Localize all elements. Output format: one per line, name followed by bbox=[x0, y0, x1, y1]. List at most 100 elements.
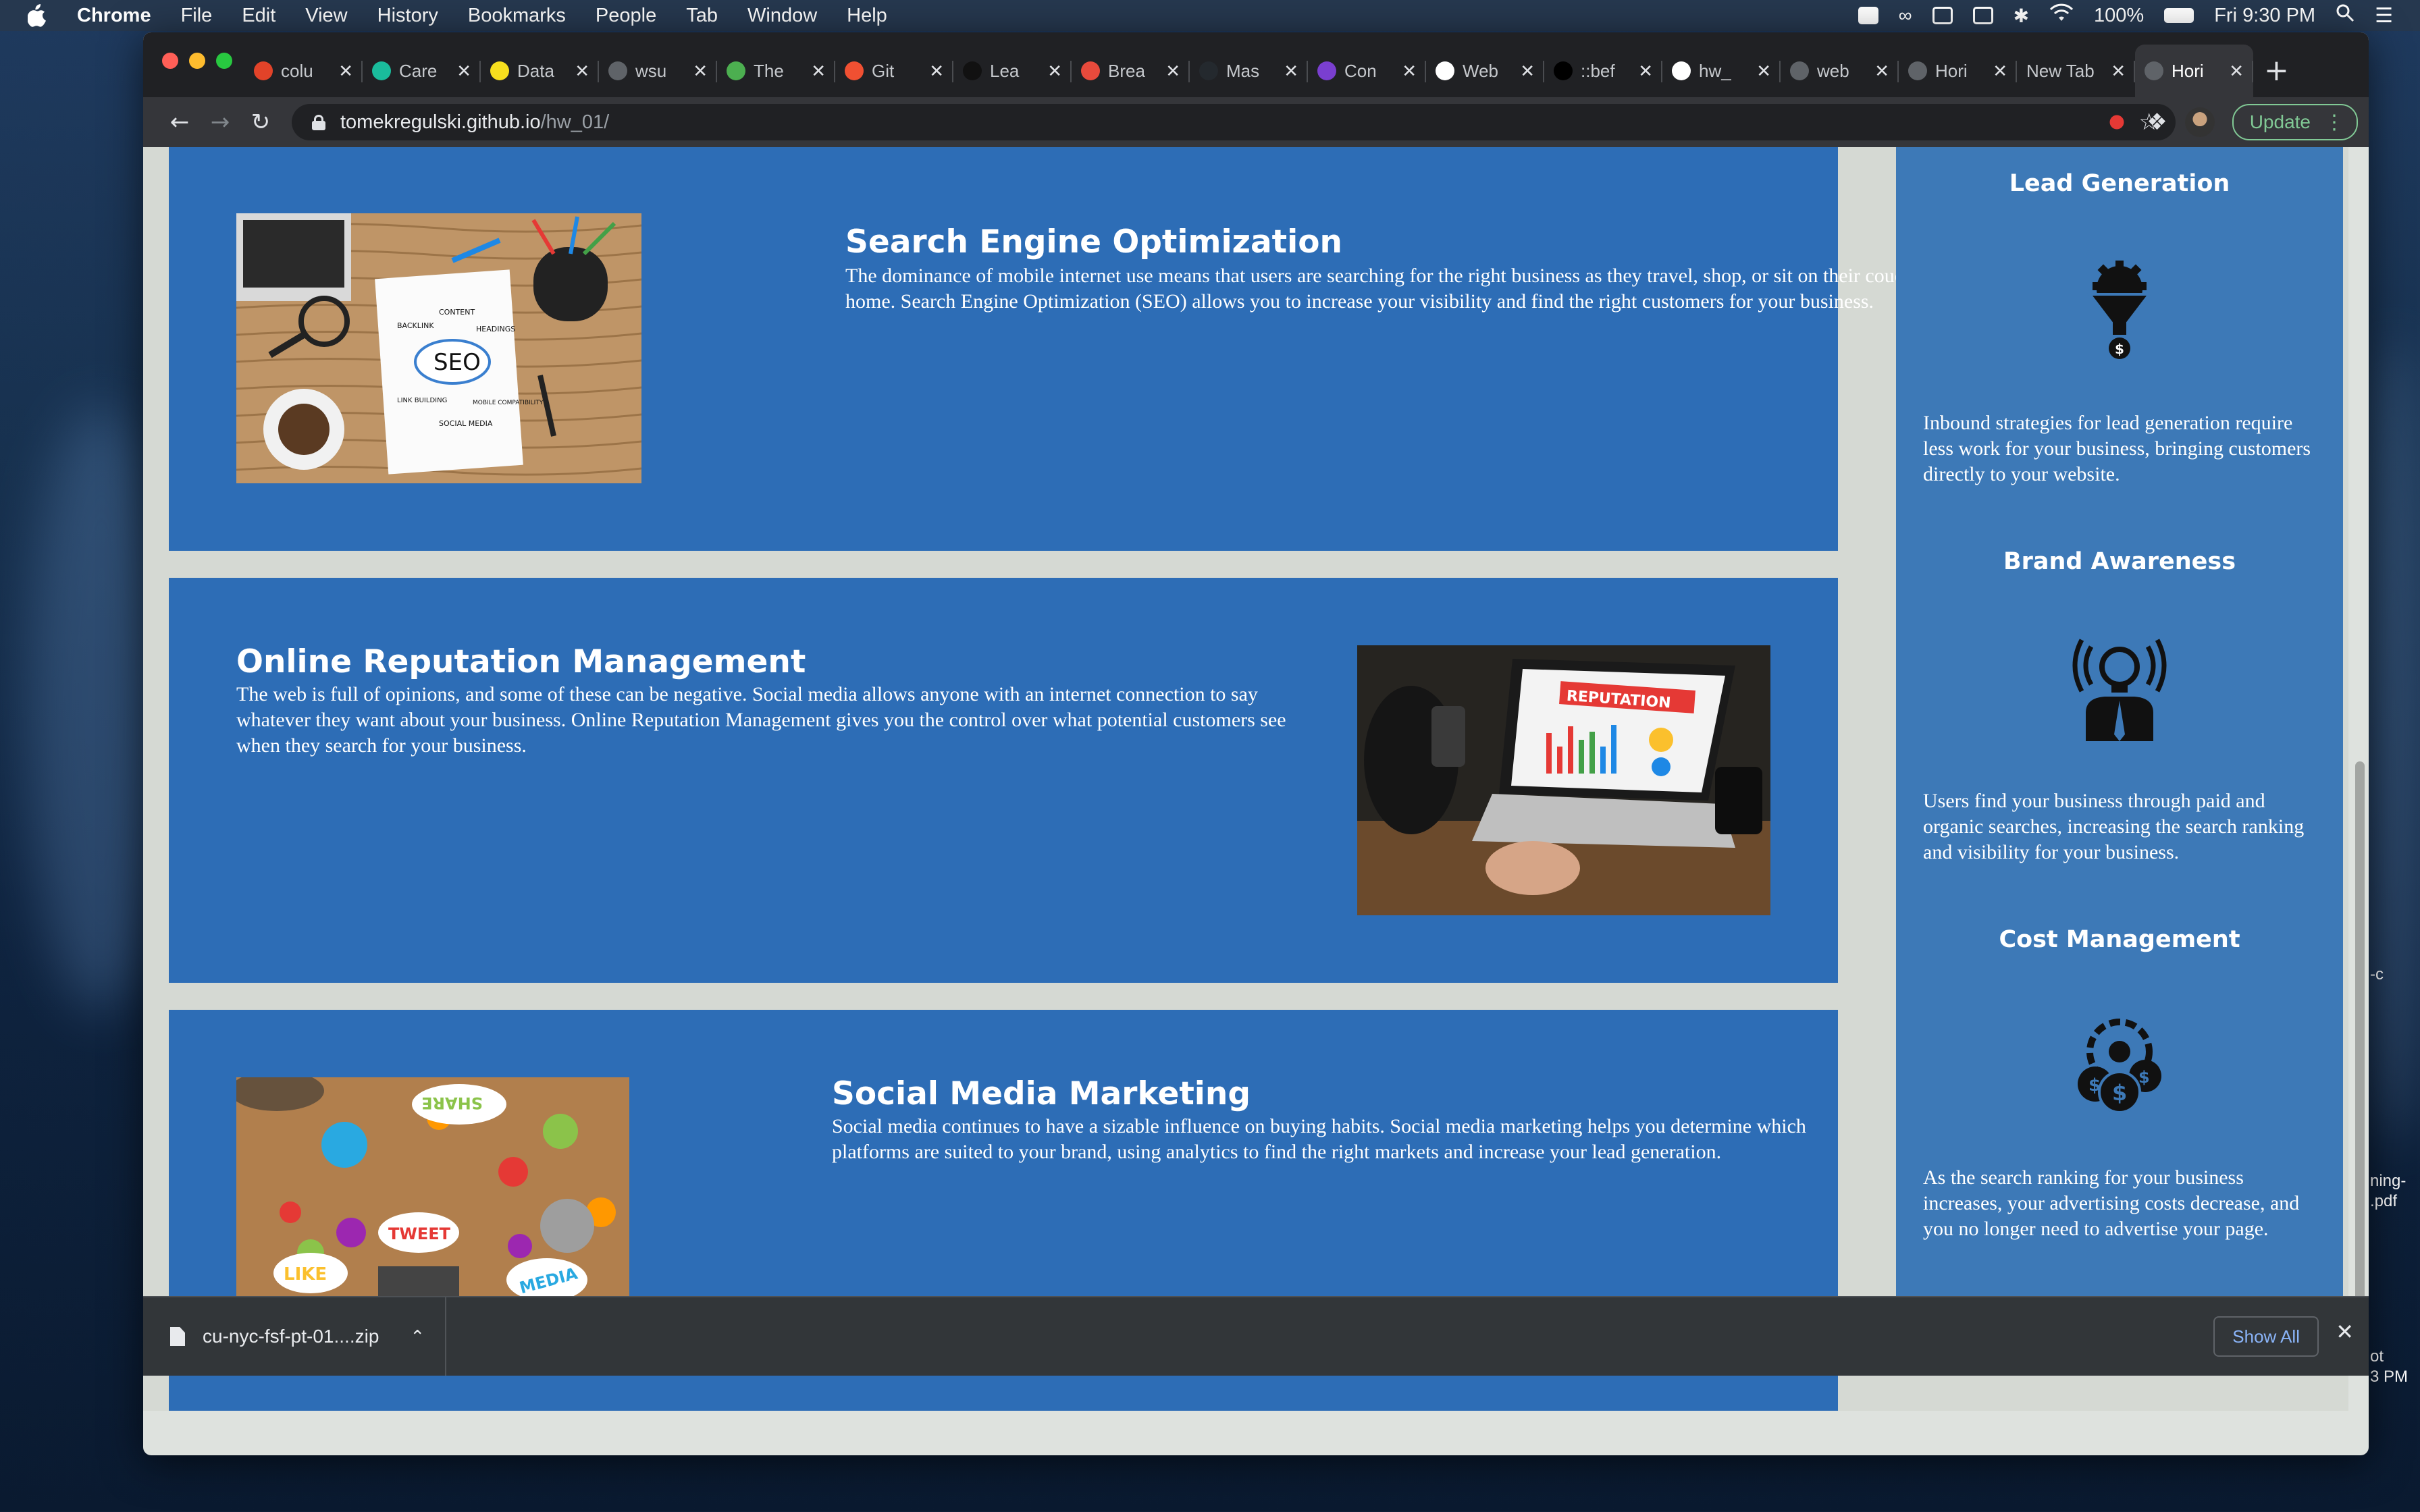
desktop-file-label[interactable]: ot bbox=[2370, 1347, 2384, 1366]
extensions-puzzle-icon[interactable]: ❖ bbox=[2147, 109, 2167, 136]
close-tab-icon[interactable]: ✕ bbox=[2229, 61, 2244, 82]
bluetooth-icon[interactable]: ✱ bbox=[2014, 5, 2029, 27]
lead-funnel-icon: $ bbox=[2066, 255, 2174, 363]
menu-view[interactable]: View bbox=[305, 5, 347, 27]
browser-tab[interactable]: Hori ✕ bbox=[2135, 45, 2253, 97]
reload-button[interactable]: ↻ bbox=[240, 102, 281, 142]
benefit-body: Users find your business through paid an… bbox=[1923, 790, 2305, 863]
close-tab-icon[interactable]: ✕ bbox=[811, 61, 826, 82]
glasses-icon[interactable]: ∞ bbox=[1899, 5, 1912, 26]
address-bar[interactable]: tomekregulski.github.io/hw_01/ ☆ bbox=[292, 104, 2176, 140]
screen-record-icon[interactable] bbox=[1858, 7, 1878, 24]
browser-tab[interactable]: web ✕ bbox=[1781, 45, 1899, 97]
scrollbar-thumb[interactable] bbox=[2355, 761, 2365, 1328]
close-tab-icon[interactable]: ✕ bbox=[929, 61, 944, 82]
bird-icon bbox=[1554, 61, 1573, 80]
menu-edit[interactable]: Edit bbox=[242, 5, 275, 27]
desktop-file-label[interactable]: ning- bbox=[2370, 1172, 2406, 1191]
file-icon bbox=[170, 1327, 185, 1346]
browser-tab[interactable]: Mas ✕ bbox=[1190, 45, 1308, 97]
menu-history[interactable]: History bbox=[377, 5, 438, 27]
browser-tab[interactable]: hw_ ✕ bbox=[1662, 45, 1781, 97]
profile-avatar[interactable] bbox=[2184, 107, 2215, 137]
close-tab-icon[interactable]: ✕ bbox=[693, 61, 708, 82]
wifi-icon[interactable] bbox=[2049, 3, 2074, 28]
close-tab-icon[interactable]: ✕ bbox=[456, 61, 471, 82]
close-icon[interactable]: ✕ bbox=[2336, 1319, 2354, 1345]
tab-title: Web bbox=[1463, 60, 1498, 81]
forward-button[interactable]: → bbox=[200, 102, 240, 142]
close-tab-icon[interactable]: ✕ bbox=[1756, 61, 1771, 82]
browser-tab[interactable]: Lea ✕ bbox=[953, 45, 1072, 97]
menu-file[interactable]: File bbox=[181, 5, 213, 27]
calendar-status-icon[interactable] bbox=[1972, 7, 1993, 24]
more-menu-icon[interactable]: ⋮ bbox=[2324, 111, 2344, 134]
menu-window[interactable]: Window bbox=[747, 5, 817, 27]
benefits-sidebar: Lead Generation $ Inbound strategies for… bbox=[1896, 147, 2343, 1358]
browser-tab[interactable]: The ✕ bbox=[717, 45, 835, 97]
github-icon bbox=[1672, 61, 1691, 80]
section-title: Search Engine Optimization bbox=[845, 223, 1342, 261]
browser-tab[interactable]: Care ✕ bbox=[363, 45, 481, 97]
page-scrollbar[interactable] bbox=[2348, 147, 2369, 1411]
browser-tab[interactable]: Data ✕ bbox=[481, 45, 599, 97]
control-center-icon[interactable]: ☰ bbox=[2375, 4, 2393, 28]
close-tab-icon[interactable]: ✕ bbox=[1402, 61, 1417, 82]
seo-image-word: MOBILE COMPATIBILITY bbox=[473, 400, 544, 406]
tab-title: ::bef bbox=[1581, 60, 1615, 81]
close-tab-icon[interactable]: ✕ bbox=[1993, 61, 2007, 82]
show-all-downloads-button[interactable]: Show All bbox=[2213, 1316, 2319, 1357]
globe-icon bbox=[2145, 61, 2163, 80]
browser-tab[interactable]: Brea ✕ bbox=[1072, 45, 1190, 97]
apple-icon[interactable] bbox=[27, 3, 47, 28]
menu-people[interactable]: People bbox=[596, 5, 656, 27]
close-window-button[interactable] bbox=[162, 53, 178, 69]
close-tab-icon[interactable]: ✕ bbox=[1874, 61, 1889, 82]
browser-tab[interactable]: Git ✕ bbox=[835, 45, 953, 97]
close-tab-icon[interactable]: ✕ bbox=[1638, 61, 1653, 82]
back-button[interactable]: ← bbox=[159, 102, 200, 142]
zoom-window-button[interactable] bbox=[216, 53, 232, 69]
close-tab-icon[interactable]: ✕ bbox=[338, 61, 353, 82]
desktop-file-label[interactable]: .pdf bbox=[2370, 1192, 2397, 1211]
section-body: The dominance of mobile internet use mea… bbox=[845, 265, 1934, 313]
menubar-clock[interactable]: Fri 9:30 PM bbox=[2214, 5, 2315, 27]
app-name-menu[interactable]: Chrome bbox=[77, 5, 151, 27]
battery-icon[interactable] bbox=[2164, 8, 2194, 23]
update-button[interactable]: Update ⋮ bbox=[2232, 104, 2358, 140]
service-card-seo: SEO CONTENT BACKLINK HEADINGS LINK BUILD… bbox=[169, 147, 1933, 551]
close-tab-icon[interactable]: ✕ bbox=[575, 61, 589, 82]
benefit-body: As the search ranking for your business … bbox=[1923, 1166, 2300, 1240]
close-tab-icon[interactable]: ✕ bbox=[1047, 61, 1062, 82]
desktop-file-label[interactable]: 3 PM bbox=[2370, 1368, 2408, 1386]
desktop-wallpaper-highlight bbox=[2363, 338, 2420, 1148]
tab-list: colu ✕ Care ✕ Data ✕ wsu ✕ The ✕ Git ✕ Lea ✕ Brea ✕ Mas ✕… bbox=[244, 45, 2289, 97]
gear-money-icon: $ $ $ bbox=[2066, 1010, 2174, 1118]
close-tab-icon[interactable]: ✕ bbox=[2111, 61, 2126, 82]
browser-tab[interactable]: Hori ✕ bbox=[1899, 45, 2017, 97]
lock-icon[interactable] bbox=[312, 115, 325, 130]
browser-tab[interactable]: wsu ✕ bbox=[599, 45, 717, 97]
desktop-file-label[interactable]: -c bbox=[2370, 965, 2384, 984]
browser-tab[interactable]: New Tab ✕ bbox=[2017, 45, 2135, 97]
browser-tab[interactable]: Web ✕ bbox=[1426, 45, 1544, 97]
extension-record-icon[interactable] bbox=[2105, 110, 2130, 134]
spotlight-search-icon[interactable] bbox=[2336, 3, 2355, 28]
svg-text:$: $ bbox=[2115, 341, 2124, 357]
close-tab-icon[interactable]: ✕ bbox=[1165, 61, 1180, 82]
browser-tab[interactable]: ::bef ✕ bbox=[1544, 45, 1662, 97]
globe-icon bbox=[1908, 61, 1927, 80]
browser-tab[interactable]: Con ✕ bbox=[1308, 45, 1426, 97]
browser-tab[interactable]: colu ✕ bbox=[244, 45, 363, 97]
menu-bookmarks[interactable]: Bookmarks bbox=[468, 5, 566, 27]
menu-help[interactable]: Help bbox=[847, 5, 887, 27]
battery-percent[interactable]: 100% bbox=[2094, 5, 2144, 27]
close-tab-icon[interactable]: ✕ bbox=[1284, 61, 1298, 82]
minimize-window-button[interactable] bbox=[189, 53, 205, 69]
new-tab-button[interactable]: + bbox=[2264, 45, 2289, 97]
close-tab-icon[interactable]: ✕ bbox=[1520, 61, 1535, 82]
download-item[interactable]: cu-nyc-fsf-pt-01....zip ⌃ bbox=[143, 1297, 447, 1376]
airplay-icon[interactable] bbox=[1932, 7, 1953, 24]
chevron-up-icon[interactable]: ⌃ bbox=[410, 1326, 425, 1347]
menu-tab[interactable]: Tab bbox=[686, 5, 718, 27]
